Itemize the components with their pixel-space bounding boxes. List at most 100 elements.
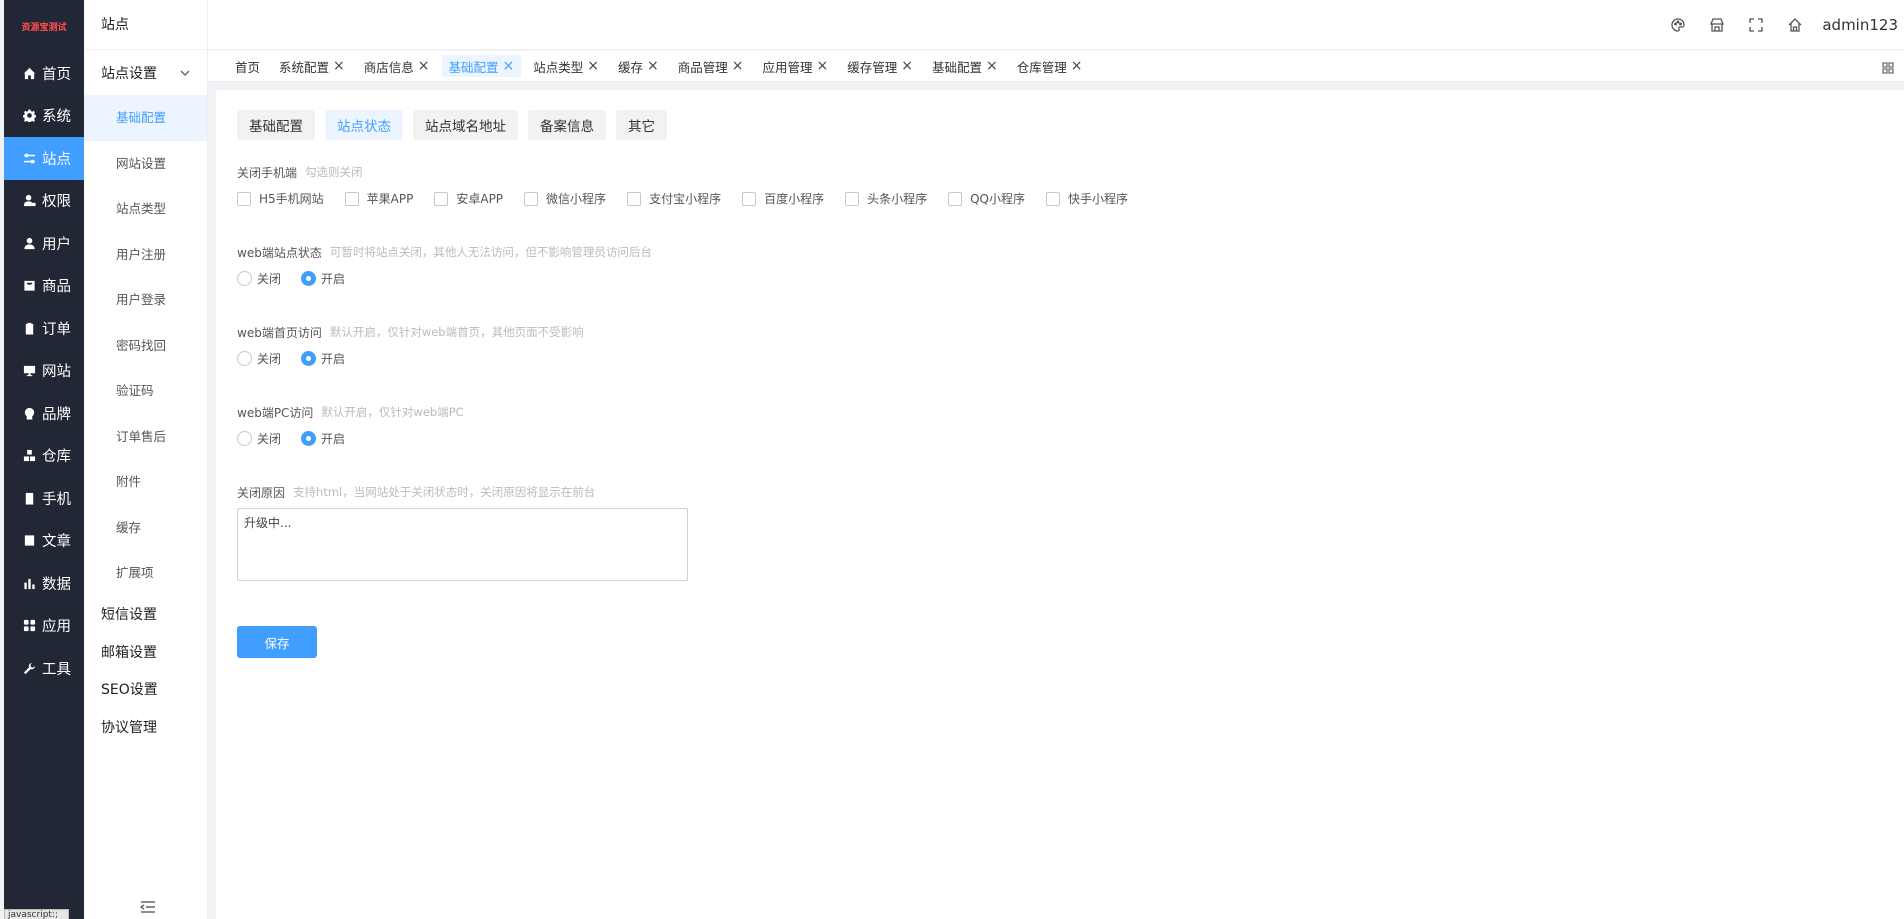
config-subtab[interactable]: 其它 (616, 110, 667, 140)
subnav-group[interactable]: 协议管理 (84, 708, 207, 746)
subnav-item[interactable]: 站点类型 (84, 186, 207, 232)
header-tools: admin123 (1658, 0, 1904, 50)
radio-circle-selected (301, 271, 317, 286)
user-menu[interactable]: admin123 (1814, 16, 1904, 34)
radio-on[interactable]: 开启 (301, 430, 345, 447)
close-icon[interactable]: × (817, 59, 829, 73)
page-tab[interactable]: 应用管理 × (756, 55, 836, 77)
home-icon[interactable] (1775, 0, 1814, 50)
page-tab[interactable]: 站点类型 × (526, 55, 606, 77)
field-hint: 支持html，当网站处于关闭状态时，关闭原因将显示在前台 (293, 485, 596, 499)
mobile-close-checkbox[interactable]: H5手机网站 (237, 190, 324, 207)
config-subtab[interactable]: 备案信息 (528, 110, 606, 140)
radio-on[interactable]: 开启 (301, 350, 345, 367)
nav-item-5[interactable]: 商品 (4, 265, 84, 308)
radio-off[interactable]: 关闭 (237, 270, 281, 287)
nav-item-0[interactable]: 首页 (4, 52, 84, 95)
subnav-item[interactable]: 网站设置 (84, 141, 207, 187)
close-icon[interactable]: × (503, 59, 515, 73)
subnav-item[interactable]: 扩展项 (84, 550, 207, 596)
user-lock-icon (21, 193, 37, 209)
nav-item-3[interactable]: 权限 (4, 180, 84, 223)
close-icon[interactable]: × (333, 59, 345, 73)
save-button[interactable]: 保存 (237, 626, 317, 658)
subnav-item[interactable]: 缓存 (84, 505, 207, 551)
subnav-item[interactable]: 验证码 (84, 368, 207, 414)
close-icon[interactable]: × (587, 59, 599, 73)
page-tab[interactable]: 基础配置 × (441, 55, 522, 77)
mobile-close-checkbox[interactable]: 头条小程序 (845, 190, 927, 207)
collapse-menu-icon[interactable] (139, 899, 156, 913)
config-subtab[interactable]: 基础配置 (237, 110, 315, 140)
nav-item-7[interactable]: 网站 (4, 350, 84, 393)
fullscreen-icon[interactable] (1736, 0, 1775, 50)
close-icon[interactable]: × (1071, 59, 1083, 73)
subnav-item[interactable]: 基础配置 (84, 95, 207, 141)
mobile-close-checkbox[interactable]: 苹果APP (344, 190, 413, 207)
grid-icon[interactable] (1882, 59, 1896, 74)
subnav-item[interactable]: 用户登录 (84, 277, 207, 323)
mobile-close-checkbox[interactable]: 微信小程序 (524, 190, 606, 207)
subnav-item[interactable]: 订单售后 (84, 414, 207, 460)
checkbox-box (627, 191, 642, 206)
nav-item-8[interactable]: 品牌 (4, 392, 84, 435)
mobile-close-checkbox[interactable]: QQ小程序 (948, 190, 1025, 207)
page-tab[interactable]: 仓库管理 × (1010, 55, 1090, 77)
logo[interactable]: 资源宝测试 (4, 0, 84, 52)
nav-item-1[interactable]: 系统 (4, 95, 84, 138)
nav-item-6[interactable]: 订单 (4, 307, 84, 350)
nav-item-label: 品牌 (42, 406, 71, 423)
subnav-group-label: 站点设置 (101, 65, 157, 82)
subnav-group[interactable]: SEO设置 (84, 671, 207, 709)
nav-item-label: 系统 (42, 109, 71, 126)
nav-item-4[interactable]: 用户 (4, 222, 84, 265)
config-subtab[interactable]: 站点域名地址 (413, 110, 518, 140)
radio-circle (237, 431, 252, 446)
subnav-group[interactable]: 短信设置 (84, 596, 207, 634)
page-tab[interactable]: 缓存管理 × (840, 55, 920, 77)
close-reason-textarea[interactable]: 升级中... (237, 508, 688, 581)
radio-label: 开启 (321, 272, 346, 286)
radio-label: 开启 (321, 432, 346, 446)
nav-item-2[interactable]: 站点 (4, 137, 84, 180)
subnav-item[interactable]: 附件 (84, 459, 207, 505)
close-icon[interactable]: × (986, 59, 998, 73)
nav-item-13[interactable]: 应用 (4, 605, 84, 648)
radio-off[interactable]: 关闭 (237, 430, 281, 447)
subnav-item[interactable]: 用户注册 (84, 232, 207, 278)
close-icon[interactable]: × (418, 59, 430, 73)
nav-item-11[interactable]: 文章 (4, 520, 84, 563)
page-tab[interactable]: 系统配置 × (272, 55, 352, 77)
nav-item-14[interactable]: 工具 (4, 647, 84, 690)
page-tab[interactable]: 商店信息 × (357, 55, 437, 77)
web-home-field: web端首页访问 默认开启，仅针对web端首页，其他页面不受影响 关闭 开启 (237, 322, 1904, 372)
mobile-close-checkbox[interactable]: 安卓APP (434, 190, 503, 207)
close-icon[interactable]: × (901, 59, 913, 73)
nav-item-label: 首页 (42, 66, 71, 83)
radio-off[interactable]: 关闭 (237, 350, 281, 367)
subnav-group-site-settings[interactable]: 站点设置 (84, 50, 207, 95)
mobile-close-checkbox[interactable]: 支付宝小程序 (627, 190, 721, 207)
page-tab[interactable]: 商品管理 × (671, 55, 751, 77)
page-tab[interactable]: 首页 (228, 55, 267, 77)
checkbox-label: 百度小程序 (764, 192, 825, 206)
store-icon[interactable] (1697, 0, 1736, 50)
mobile-close-checkbox[interactable]: 快手小程序 (1046, 190, 1128, 207)
nav-item-12[interactable]: 数据 (4, 562, 84, 605)
nav-item-label: 站点 (42, 151, 71, 168)
page-tab[interactable]: 基础配置 × (925, 55, 1005, 77)
nav-item-9[interactable]: 仓库 (4, 435, 84, 478)
mobile-close-checkbox[interactable]: 百度小程序 (742, 190, 824, 207)
config-subtab[interactable]: 站点状态 (325, 110, 403, 140)
radio-on[interactable]: 开启 (301, 270, 345, 287)
mobile-close-field: 关闭手机端 勾选则关闭 H5手机网站 苹果APP 安卓APP 微信小程序 支付宝小程序 百… (237, 162, 1904, 212)
close-icon[interactable]: × (647, 59, 659, 73)
nav-item-label: 商品 (42, 279, 71, 296)
page-tab[interactable]: 缓存 × (611, 55, 666, 77)
nav-item-10[interactable]: 手机 (4, 477, 84, 520)
checkbox-box (434, 191, 449, 206)
subnav-item[interactable]: 密码找回 (84, 323, 207, 369)
close-icon[interactable]: × (732, 59, 744, 73)
subnav-group[interactable]: 邮箱设置 (84, 633, 207, 671)
theme-palette-icon[interactable] (1658, 0, 1697, 50)
